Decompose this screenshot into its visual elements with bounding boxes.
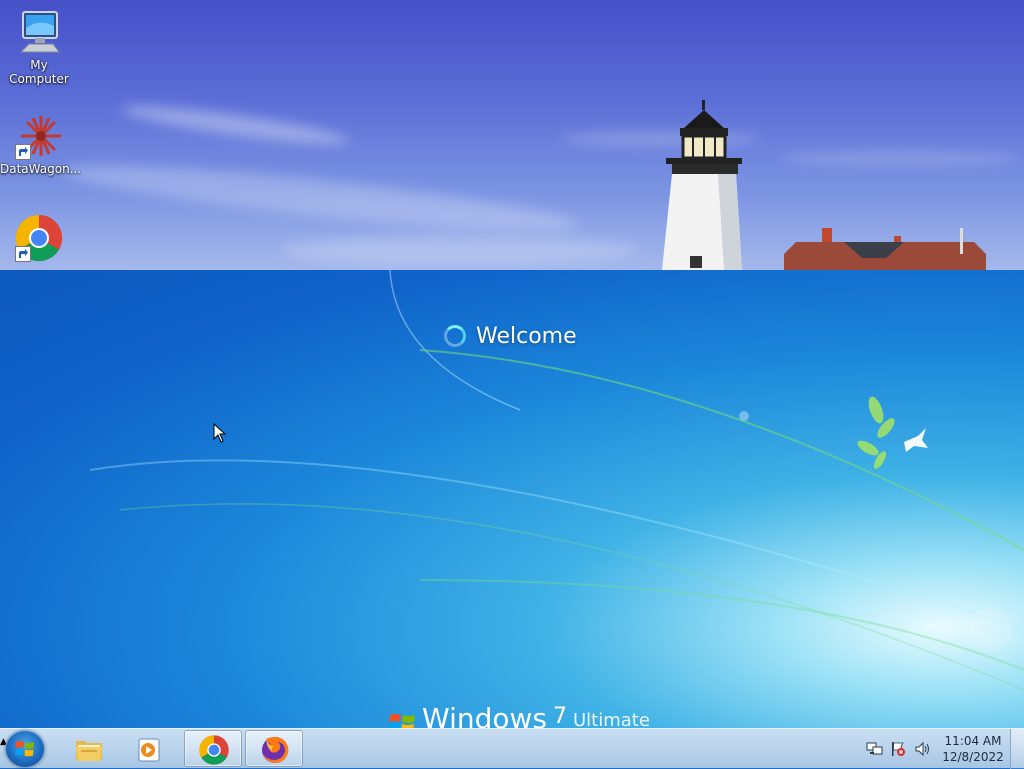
taskbar-file-explorer[interactable]	[60, 730, 118, 767]
taskbar: ▲ 11:04 AM 12/8/2022	[0, 728, 1024, 769]
brand-version: 7	[553, 704, 567, 728]
firefox-icon	[262, 736, 289, 763]
windows-start-icon	[15, 741, 34, 757]
desktop-icon-chrome[interactable]	[0, 214, 78, 264]
media-player-icon	[138, 738, 160, 762]
brand-edition: Ultimate	[573, 710, 650, 728]
shortcut-arrow-icon	[15, 144, 31, 160]
windows-flag-icon	[388, 714, 415, 728]
desktop-icon-label: My Computer	[9, 58, 69, 86]
welcome-label: Welcome	[476, 323, 577, 349]
file-explorer-icon	[76, 741, 102, 761]
welcome-screen: Welcome Windows 7 Ultimate	[0, 270, 1024, 728]
welcome-message: Welcome	[444, 320, 577, 352]
datawagon-icon	[15, 112, 63, 160]
chrome-icon	[15, 214, 63, 262]
house-image	[784, 228, 986, 270]
desktop-icon-my-computer[interactable]: My Computer	[0, 8, 78, 86]
desktop-icon-datawagon[interactable]: DataWagon...	[0, 112, 82, 176]
show-desktop-button[interactable]	[1010, 729, 1024, 769]
clock-date: 12/8/2022	[942, 750, 1004, 764]
lighthouse-image	[662, 100, 742, 270]
shortcut-arrow-icon	[15, 246, 31, 262]
volume-icon[interactable]	[914, 741, 932, 757]
my-computer-icon	[15, 8, 63, 56]
taskbar-firefox[interactable]	[245, 730, 303, 767]
desktop-wallpaper	[0, 0, 1024, 270]
loading-spinner-icon	[444, 325, 466, 347]
leaf-decoration	[857, 396, 895, 469]
desktop-icon-label: DataWagon...	[0, 162, 82, 176]
taskbar-media-player[interactable]	[120, 730, 178, 767]
system-clock[interactable]: 11:04 AM 12/8/2022	[942, 733, 1004, 765]
brand-windows: Windows	[422, 702, 547, 728]
mouse-cursor-icon	[213, 423, 227, 443]
start-button[interactable]	[5, 730, 45, 768]
clock-time: 11:04 AM	[944, 734, 1002, 748]
taskbar-chrome[interactable]	[184, 730, 242, 767]
network-icon[interactable]	[866, 741, 884, 757]
action-center-flag-icon[interactable]	[890, 741, 906, 757]
windows-branding: Windows 7 Ultimate	[388, 702, 650, 728]
chrome-icon	[199, 735, 229, 765]
